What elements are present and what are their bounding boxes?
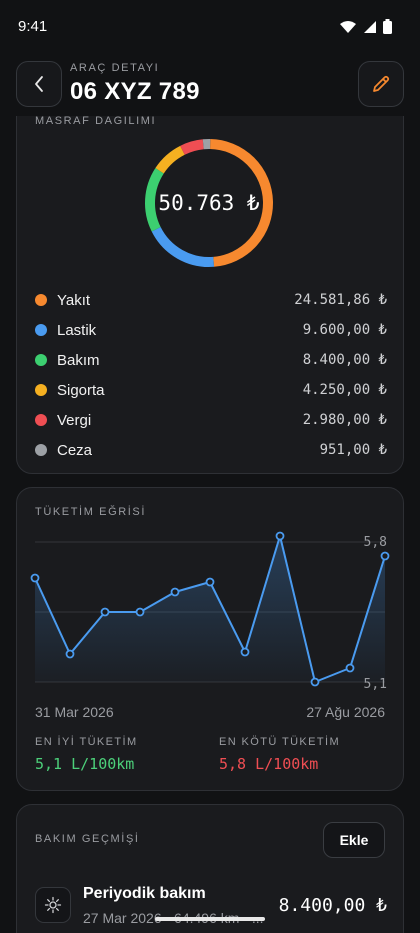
back-button[interactable] (16, 61, 62, 107)
legend-item-name: Vergi (57, 411, 92, 429)
legend-item-name: Sigorta (57, 381, 105, 399)
donut-segment-1 (151, 226, 215, 267)
maintenance-list-item[interactable]: Periyodik bakım 27 Mar 2026 · 64.496 km … (35, 885, 387, 933)
legend-item-name: Bakım (57, 351, 100, 369)
consumption-card: TÜKETİM EĞRİSİ 5,8 5,1 31 Mar 2026 27 Ağu… (16, 487, 404, 791)
chevron-left-icon (35, 76, 43, 92)
chart-point-8 (310, 677, 320, 687)
chart-point-3 (135, 607, 145, 617)
chart-point-9 (345, 663, 355, 673)
chart-point-7 (275, 531, 285, 541)
chart-end-date: 27 Ağu 2026 (306, 704, 385, 720)
maintenance-icon-box (35, 887, 71, 923)
maintenance-item-title: Periyodik bakım (83, 885, 206, 902)
page-title: 06 XYZ 789 (70, 78, 200, 105)
legend-item-value: 8.400,00 ₺ (302, 352, 387, 368)
legend-item-name: Lastik (57, 321, 97, 339)
chart-start-date: 31 Mar 2026 (35, 704, 114, 720)
donut-segment-4 (180, 139, 204, 155)
battery-icon (383, 19, 392, 34)
legend-item: Vergi 2.980,00 ₺ (35, 405, 387, 435)
status-time: 9:41 (18, 18, 48, 35)
consumption-section-label: TÜKETİM EĞRİSİ (35, 506, 147, 518)
chart-point-5 (205, 577, 215, 587)
page-subtitle: ARAÇ DETAYI (70, 62, 160, 74)
chart-y-tick-label: 5,8 (364, 535, 387, 550)
legend-item-value: 9.600,00 ₺ (302, 322, 387, 338)
chart-point-6 (240, 647, 250, 657)
chart-point-10 (380, 551, 390, 561)
maintenance-history-card: BAKIM GEÇMİŞİ Ekle Periyodik bakım 27 Ma… (16, 804, 404, 933)
wifi-icon (340, 20, 356, 33)
best-consumption-value: 5,1 L/100km (35, 755, 135, 773)
legend-item: Yakıt 24.581,86 ₺ (35, 285, 387, 315)
add-maintenance-button[interactable]: Ekle (323, 822, 385, 858)
legend-color-dot (35, 324, 47, 336)
worst-consumption-label: EN KÖTÜ TÜKETİM (219, 736, 341, 748)
expense-distribution-card: MASRAF DAĞILIMI 50.763 ₺ Yakıt 24.581,86 … (16, 86, 404, 474)
legend-color-dot (35, 354, 47, 366)
chart-point-2 (100, 607, 110, 617)
app-header: ARAÇ DETAYI 06 XYZ 789 (0, 52, 420, 116)
donut-segment-3 (155, 145, 185, 174)
signal-icon (364, 20, 376, 33)
legend-color-dot (35, 414, 47, 426)
legend-item-value: 24.581,86 ₺ (294, 292, 387, 308)
chart-area (35, 536, 385, 682)
home-indicator[interactable] (155, 917, 265, 921)
legend-color-dot (35, 294, 47, 306)
edit-button[interactable] (358, 61, 404, 107)
maintenance-section-label: BAKIM GEÇMİŞİ (35, 833, 140, 845)
expense-legend: Yakıt 24.581,86 ₺ Lastik 9.600,00 ₺ Bakım 8.4… (35, 285, 387, 465)
chart-point-1 (65, 649, 75, 659)
legend-item: Sigorta 4.250,00 ₺ (35, 375, 387, 405)
pencil-icon (373, 75, 390, 92)
maintenance-item-amount: 8.400,00 ₺ (278, 895, 387, 916)
legend-color-dot (35, 444, 47, 456)
expense-section-label: MASRAF DAĞILIMI (35, 115, 157, 127)
legend-color-dot (35, 384, 47, 396)
consumption-line-chart: 5,8 5,1 (30, 531, 390, 692)
chart-point-4 (170, 587, 180, 597)
best-consumption-label: EN İYİ TÜKETİM (35, 736, 138, 748)
chart-y-tick-label: 5,1 (364, 677, 387, 692)
legend-item: Ceza 951,00 ₺ (35, 435, 387, 465)
expense-total: 50.763 ₺ (158, 191, 260, 215)
worst-consumption-value: 5,8 L/100km (219, 755, 319, 773)
status-bar: 9:41 (0, 0, 420, 52)
legend-item: Bakım 8.400,00 ₺ (35, 345, 387, 375)
gear-icon (44, 896, 62, 914)
chart-point-0 (30, 573, 40, 583)
system-icons (339, 19, 392, 34)
legend-item-value: 4.250,00 ₺ (302, 382, 387, 398)
legend-item-value: 951,00 ₺ (319, 442, 387, 458)
legend-item-value: 2.980,00 ₺ (302, 412, 387, 428)
legend-item-name: Ceza (57, 441, 93, 459)
legend-item-name: Yakıt (57, 291, 91, 309)
legend-item: Lastik 9.600,00 ₺ (35, 315, 387, 345)
